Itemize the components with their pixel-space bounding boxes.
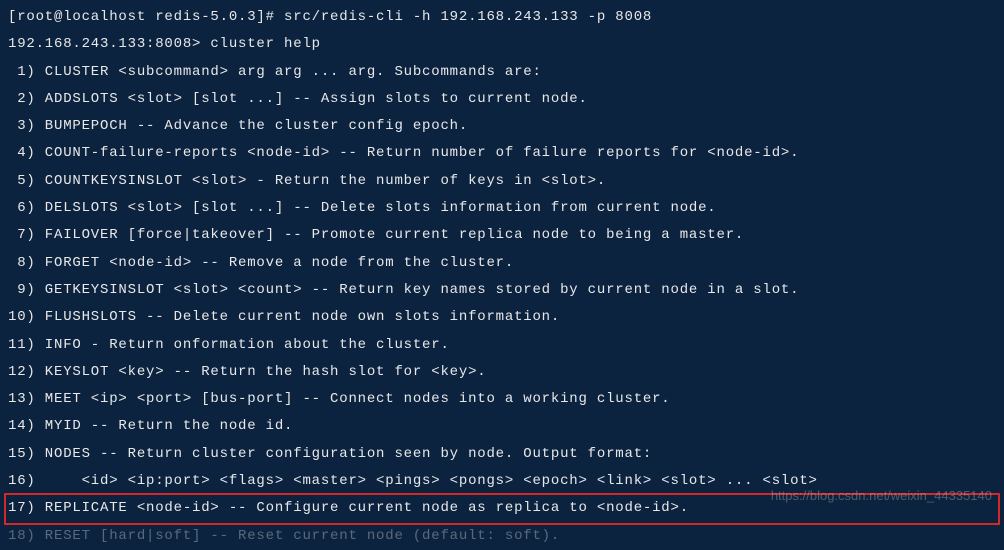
- help-line-11: 11) INFO - Return onformation about the …: [8, 332, 996, 359]
- help-line-18: 18) RESET [hard|soft] -- Reset current n…: [8, 523, 996, 550]
- help-line-9: 9) GETKEYSINSLOT <slot> <count> -- Retur…: [8, 277, 996, 304]
- help-line-6: 6) DELSLOTS <slot> [slot ...] -- Delete …: [8, 195, 996, 222]
- help-line-5: 5) COUNTKEYSINSLOT <slot> - Return the n…: [8, 168, 996, 195]
- shell-prompt: [root@localhost redis-5.0.3]# src/redis-…: [8, 4, 996, 31]
- help-line-14: 14) MYID -- Return the node id.: [8, 413, 996, 440]
- help-line-2: 2) ADDSLOTS <slot> [slot ...] -- Assign …: [8, 86, 996, 113]
- help-line-15: 15) NODES -- Return cluster configuratio…: [8, 441, 996, 468]
- help-line-12: 12) KEYSLOT <key> -- Return the hash slo…: [8, 359, 996, 386]
- redis-cli-prompt: 192.168.243.133:8008> cluster help: [8, 31, 996, 58]
- help-line-3: 3) BUMPEPOCH -- Advance the cluster conf…: [8, 113, 996, 140]
- watermark-text: https://blog.csdn.net/weixin_44335140: [771, 483, 992, 508]
- help-line-8: 8) FORGET <node-id> -- Remove a node fro…: [8, 250, 996, 277]
- help-line-7: 7) FAILOVER [force|takeover] -- Promote …: [8, 222, 996, 249]
- help-line-4: 4) COUNT-failure-reports <node-id> -- Re…: [8, 140, 996, 167]
- help-line-13: 13) MEET <ip> <port> [bus-port] -- Conne…: [8, 386, 996, 413]
- help-line-10: 10) FLUSHSLOTS -- Delete current node ow…: [8, 304, 996, 331]
- help-line-1: 1) CLUSTER <subcommand> arg arg ... arg.…: [8, 59, 996, 86]
- terminal-output: [root@localhost redis-5.0.3]# src/redis-…: [8, 4, 996, 550]
